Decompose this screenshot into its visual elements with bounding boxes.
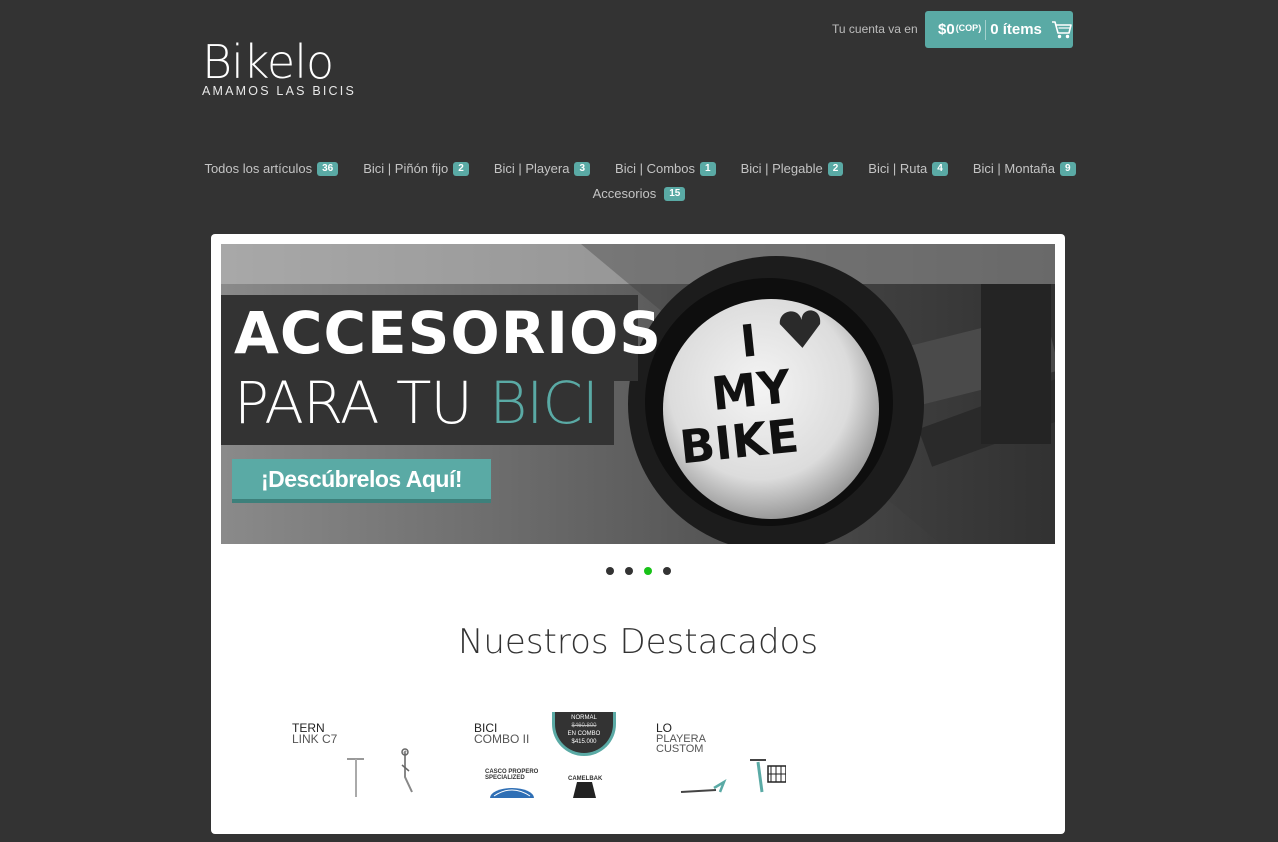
cart-separator xyxy=(985,19,987,40)
cruiser-bike-image xyxy=(680,759,786,793)
product-card-playera[interactable]: LO PLAYERA CUSTOM xyxy=(656,722,821,842)
nav-item-playera[interactable]: Bici | Playera 3 xyxy=(493,161,591,176)
nav-count-badge: 4 xyxy=(932,161,948,176)
nav-count-badge: 15 xyxy=(664,186,686,201)
helmet-backpack-image xyxy=(490,782,596,798)
cart-currency: (COP) xyxy=(955,22,982,33)
main-content-card: I MY BIKE ACCESORIOS PARA TU BICI ¡Descú… xyxy=(211,234,1065,834)
category-nav-row-1: Todos los artículos 36 Bici | Piñón fijo… xyxy=(0,156,1278,181)
nav-item-plegable[interactable]: Bici | Plegable 2 xyxy=(741,161,844,176)
slider-dot-2[interactable] xyxy=(624,567,633,575)
cart-items-count: 0 ítems xyxy=(990,21,1042,38)
nav-item-combos[interactable]: Bici | Combos 1 xyxy=(615,161,716,176)
nav-label: Bici | Piñón fijo xyxy=(363,161,449,176)
cart-button[interactable]: $0 (COP) 0 ítems xyxy=(925,11,1073,48)
nav-item-accesorios[interactable]: Accesorios 15 xyxy=(593,186,686,201)
price-badge-combo-price: $415.000 xyxy=(571,739,597,745)
nav-count-badge: 2 xyxy=(827,161,844,176)
nav-count-badge: 9 xyxy=(1060,161,1076,176)
nav-count-badge: 36 xyxy=(317,161,339,176)
hero-slider[interactable]: I MY BIKE ACCESORIOS PARA TU BICI ¡Descú… xyxy=(221,244,1055,544)
slider-dot-1[interactable] xyxy=(605,567,614,575)
category-nav-row-2: Accesorios 15 xyxy=(0,181,1278,206)
nav-item-pinon-fijo[interactable]: Bici | Piñón fijo 2 xyxy=(363,161,469,176)
shopping-cart-icon xyxy=(1051,20,1072,38)
slider-pagination xyxy=(211,567,1065,575)
nav-count-badge: 3 xyxy=(574,161,591,176)
featured-title: Nuestros Destacados xyxy=(457,622,819,662)
cart-amount: $0 xyxy=(938,21,955,38)
nav-item-todos[interactable]: Todos los artículos 36 xyxy=(204,161,339,176)
price-badge-label-normal: NORMAL xyxy=(571,715,597,721)
logo-tagline: AMAMOS LAS BICIS xyxy=(202,84,356,98)
nav-label: Bici | Playera xyxy=(493,161,570,176)
nav-label: Todos los artículos xyxy=(204,161,313,176)
nav-count-badge: 2 xyxy=(453,161,469,176)
slider-dot-4[interactable] xyxy=(662,567,671,575)
nav-item-montana[interactable]: Bici | Montaña 9 xyxy=(973,161,1076,176)
slider-headline-2: PARA TU BICI xyxy=(234,369,599,437)
nav-item-ruta[interactable]: Bici | Ruta 4 xyxy=(868,161,948,176)
price-badge-normal-price: $460.800 xyxy=(571,723,597,729)
discover-button[interactable]: ¡Descúbrelos Aquí! xyxy=(232,459,491,503)
nav-label: Bici | Ruta xyxy=(868,161,928,176)
nav-label: Bici | Montaña xyxy=(972,161,1055,176)
folding-bike-image xyxy=(347,748,413,797)
price-badge: NORMAL $460.800 EN COMBO $415.000 xyxy=(552,712,616,756)
site-logo[interactable]: Bikelo AMAMOS LAS BICIS xyxy=(202,38,356,98)
product-card-tern[interactable]: TERN LINK C7 xyxy=(292,722,457,842)
nav-label: Accesorios xyxy=(592,186,657,201)
nav-count-badge: 1 xyxy=(700,161,716,176)
price-badge-label-combo: EN COMBO xyxy=(567,731,601,737)
nav-label: Bici | Combos xyxy=(615,161,695,176)
account-label: Tu cuenta va en xyxy=(832,22,918,36)
slider-headline-2b: BICI xyxy=(489,369,599,437)
product-name-line2: LINK C7 xyxy=(292,732,338,746)
category-nav: Todos los artículos 36 Bici | Piñón fijo… xyxy=(0,156,1278,206)
logo-text: Bikelo xyxy=(202,35,334,89)
nav-label: Bici | Plegable xyxy=(740,161,823,176)
slider-dot-3[interactable] xyxy=(643,567,652,575)
slider-headline-2a: PARA TU xyxy=(234,369,490,437)
slider-headline-1: ACCESORIOS xyxy=(234,299,663,367)
product-card-combo[interactable]: BICI COMBO II NORMAL $460.800 EN COMBO $… xyxy=(474,712,639,842)
